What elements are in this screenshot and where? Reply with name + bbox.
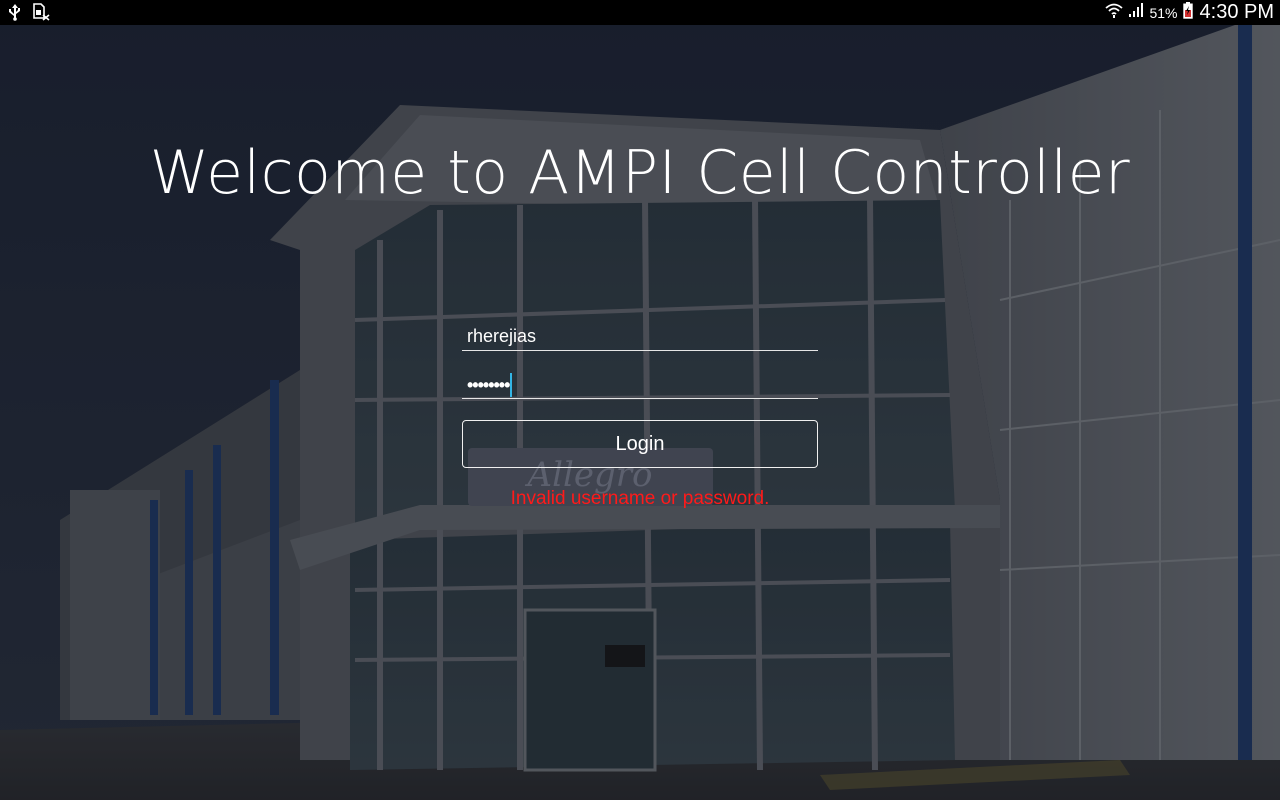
password-field[interactable]: •••••••• bbox=[462, 369, 818, 399]
password-value-wrap: •••••••• bbox=[467, 373, 513, 397]
status-bar-notifications bbox=[8, 3, 50, 25]
clock: 4:30 PM bbox=[1199, 1, 1274, 23]
signal-icon bbox=[1128, 3, 1144, 22]
battery-percent: 51% bbox=[1149, 4, 1178, 21]
password-value: •••••••• bbox=[467, 375, 510, 395]
page-title: Welcome to AMPI Cell Controller bbox=[149, 138, 1131, 208]
error-message: Invalid username or password. bbox=[510, 488, 770, 509]
text-cursor bbox=[510, 373, 513, 397]
battery-icon bbox=[1182, 1, 1193, 24]
wifi-icon bbox=[1105, 2, 1124, 23]
usb-icon bbox=[8, 3, 22, 25]
username-value: rherejias bbox=[467, 326, 537, 346]
sim-card-missing-icon bbox=[32, 3, 50, 25]
background-dim-overlay bbox=[0, 0, 1280, 800]
status-bar-system: 51% 4:30 PM bbox=[1105, 0, 1274, 25]
status-bar: 51% 4:30 PM bbox=[0, 0, 1280, 25]
login-screen: Allegro 51% 4:30 PM Welcome to AMPI Cell… bbox=[0, 0, 1280, 800]
username-field[interactable]: rherejias bbox=[462, 321, 818, 351]
login-button[interactable]: Login bbox=[462, 420, 818, 468]
